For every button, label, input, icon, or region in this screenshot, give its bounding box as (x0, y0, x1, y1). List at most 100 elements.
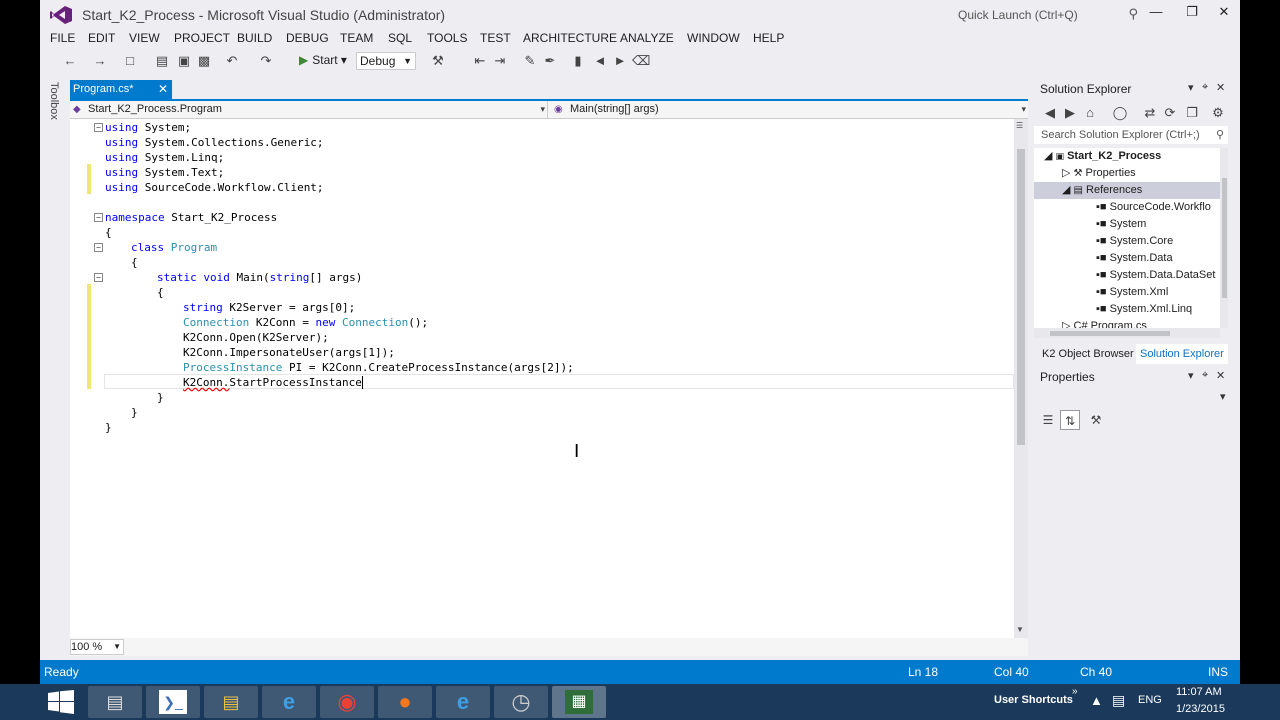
quick-launch-input[interactable]: Quick Launch (Ctrl+Q) ⚲ (952, 6, 1142, 24)
start-debugging-button[interactable]: ▶ Start ▾ (299, 53, 347, 67)
undo-icon[interactable]: ↶ (224, 53, 240, 69)
tree-item-reference[interactable]: ▪■ System.Data (1096, 250, 1173, 267)
tree-horizontal-scrollbar[interactable] (1034, 328, 1220, 338)
next-bookmark-icon[interactable]: ► (612, 53, 628, 69)
menu-build[interactable]: BUILD (237, 31, 272, 45)
tree-item-reference[interactable]: ▪■ SourceCode.Workflo (1096, 199, 1211, 216)
solution-explorer-search[interactable]: Search Solution Explorer (Ctrl+;) ⚲ (1034, 126, 1228, 144)
tree-item-reference[interactable]: ▪■ System.Data.DataSet (1096, 267, 1215, 284)
menu-team[interactable]: TEAM (340, 31, 373, 45)
menu-test[interactable]: TEST (480, 31, 511, 45)
save-icon[interactable]: ▣ (176, 53, 192, 69)
minimize-button[interactable]: — (1144, 4, 1168, 24)
categorized-icon[interactable]: ☰ (1038, 410, 1058, 430)
tree-item-reference[interactable]: ▪■ System.Xml (1096, 284, 1168, 301)
new-project-icon[interactable]: □ (122, 53, 138, 69)
firefox-app[interactable]: ● (378, 686, 432, 718)
scrollbar-thumb[interactable] (1222, 178, 1227, 298)
collapse-all-icon[interactable]: ❐ (1184, 105, 1200, 121)
alphabetical-icon[interactable]: ⇅ (1060, 410, 1080, 430)
user-shortcuts-toolbar[interactable]: User Shortcuts (994, 694, 1073, 706)
zoom-dropdown[interactable]: 100 % ▼ (70, 639, 124, 655)
types-dropdown[interactable]: ◆ Start_K2_Process.Program ▾ (70, 101, 548, 118)
outline-collapse-icon[interactable]: − (94, 273, 103, 282)
solution-configuration-dropdown[interactable]: Debug ▼ (356, 52, 416, 70)
menu-analyze[interactable]: ANALYZE (620, 31, 674, 45)
menu-architecture[interactable]: ARCHITECTURE (523, 31, 617, 45)
tree-vertical-scrollbar[interactable] (1220, 148, 1228, 328)
server-manager-app[interactable]: ▤ (88, 686, 142, 718)
scroll-down-icon[interactable]: ▼ (1016, 625, 1024, 634)
uncomment-icon[interactable]: ✒ (542, 53, 558, 69)
back-icon[interactable]: ← (62, 53, 78, 69)
menu-tools[interactable]: TOOLS (427, 31, 467, 45)
property-pages-icon[interactable]: ⚒ (1086, 410, 1106, 430)
forward-icon[interactable]: → (92, 53, 108, 69)
members-dropdown[interactable]: ◉ Main(string[] args) ▾ (550, 101, 1028, 118)
close-panel-icon[interactable]: ✕ (1216, 81, 1225, 94)
chevron-right-icon[interactable]: » (1072, 686, 1078, 697)
outline-collapse-icon[interactable]: − (94, 213, 103, 222)
back-icon[interactable]: ◀ (1042, 105, 1058, 121)
clear-bookmarks-icon[interactable]: ⌫ (632, 53, 650, 69)
comment-icon[interactable]: ✎ (522, 53, 538, 69)
open-file-icon[interactable]: ▤ (154, 53, 170, 69)
bookmark-icon[interactable]: ▮ (570, 53, 586, 69)
file-explorer-app[interactable]: ▤ (204, 686, 258, 718)
code-editor[interactable]: − − − − using System; using System.Colle… (70, 119, 1014, 638)
tree-item-references[interactable]: ◢ ▤ References (1062, 182, 1142, 199)
k2-app[interactable]: ◷ (494, 686, 548, 718)
save-all-icon[interactable]: ▩ (196, 53, 212, 69)
forward-icon[interactable]: ▶ (1062, 105, 1078, 121)
sync-icon[interactable]: ⇄ (1142, 105, 1158, 121)
pin-icon[interactable]: ⌖ (1202, 369, 1208, 382)
menu-edit[interactable]: EDIT (88, 31, 115, 45)
tree-item-reference[interactable]: ▪■ System (1096, 216, 1146, 233)
scrollbar-thumb[interactable] (1017, 149, 1025, 445)
tree-item-project[interactable]: ◢ ▣ Start_K2_Process (1044, 148, 1161, 165)
windows-start-icon[interactable] (48, 690, 74, 714)
tree-item-reference[interactable]: ▪■ System.Core (1096, 233, 1173, 250)
menu-file[interactable]: FILE (50, 31, 75, 45)
previous-bookmark-icon[interactable]: ◄ (592, 53, 608, 69)
clock-date[interactable]: 1/23/2015 (1176, 703, 1225, 715)
home-icon[interactable]: ⌂ (1082, 105, 1098, 121)
toolbox-tab[interactable]: Toolbox (48, 82, 60, 120)
restore-button[interactable]: ❐ (1180, 4, 1204, 24)
object-dropdown-icon[interactable]: ▾ (1220, 390, 1226, 403)
outline-collapse-icon[interactable]: − (94, 243, 103, 252)
panel-options-icon[interactable]: ▾ (1188, 369, 1194, 382)
refresh-icon[interactable]: ⟳ (1162, 105, 1178, 121)
split-editor-icon[interactable]: ☰ (1016, 121, 1023, 130)
tree-item-properties[interactable]: ▷ ⚒ Properties (1062, 165, 1136, 182)
outdent-icon[interactable]: ⇤ (472, 53, 488, 69)
input-language[interactable]: ENG (1138, 694, 1162, 706)
tab-solution-explorer[interactable]: Solution Explorer (1136, 344, 1228, 364)
clock-time[interactable]: 11:07 AM (1176, 686, 1222, 698)
redo-icon[interactable]: ↷ (258, 53, 274, 69)
close-window-button[interactable]: ✕ (1212, 4, 1236, 24)
close-tab-icon[interactable]: ✕ (158, 80, 168, 99)
menu-debug[interactable]: DEBUG (286, 31, 329, 45)
editor-vertical-scrollbar[interactable]: ☰ ▼ (1014, 119, 1028, 638)
tree-item-reference[interactable]: ▪■ System.Xml.Linq (1096, 301, 1192, 318)
toolbox-strip[interactable]: Toolbox (40, 76, 64, 636)
powershell-app[interactable]: ❯_ (146, 686, 200, 718)
pin-icon[interactable]: ⌖ (1202, 81, 1208, 94)
scrollbar-thumb[interactable] (1050, 331, 1170, 336)
internet-explorer-app[interactable]: e (262, 686, 316, 718)
visual-studio-taskbar-app[interactable]: ▦ (552, 686, 606, 718)
menu-window[interactable]: WINDOW (687, 31, 740, 45)
panel-options-icon[interactable]: ▾ (1188, 81, 1194, 94)
find-in-files-icon[interactable]: ⚒ (430, 53, 446, 69)
show-hidden-icons-icon[interactable]: ▲ (1090, 693, 1103, 708)
menu-sql[interactable]: SQL (388, 31, 412, 45)
chrome-app[interactable]: ◉ (320, 686, 374, 718)
close-panel-icon[interactable]: ✕ (1216, 369, 1225, 382)
outline-collapse-icon[interactable]: − (94, 123, 103, 132)
tab-k2-object-browser[interactable]: K2 Object Browser (1038, 344, 1138, 364)
indent-icon[interactable]: ⇥ (492, 53, 508, 69)
menu-help[interactable]: HELP (753, 31, 784, 45)
network-icon[interactable]: ▤ (1112, 692, 1125, 709)
menu-project[interactable]: PROJECT (174, 31, 230, 45)
